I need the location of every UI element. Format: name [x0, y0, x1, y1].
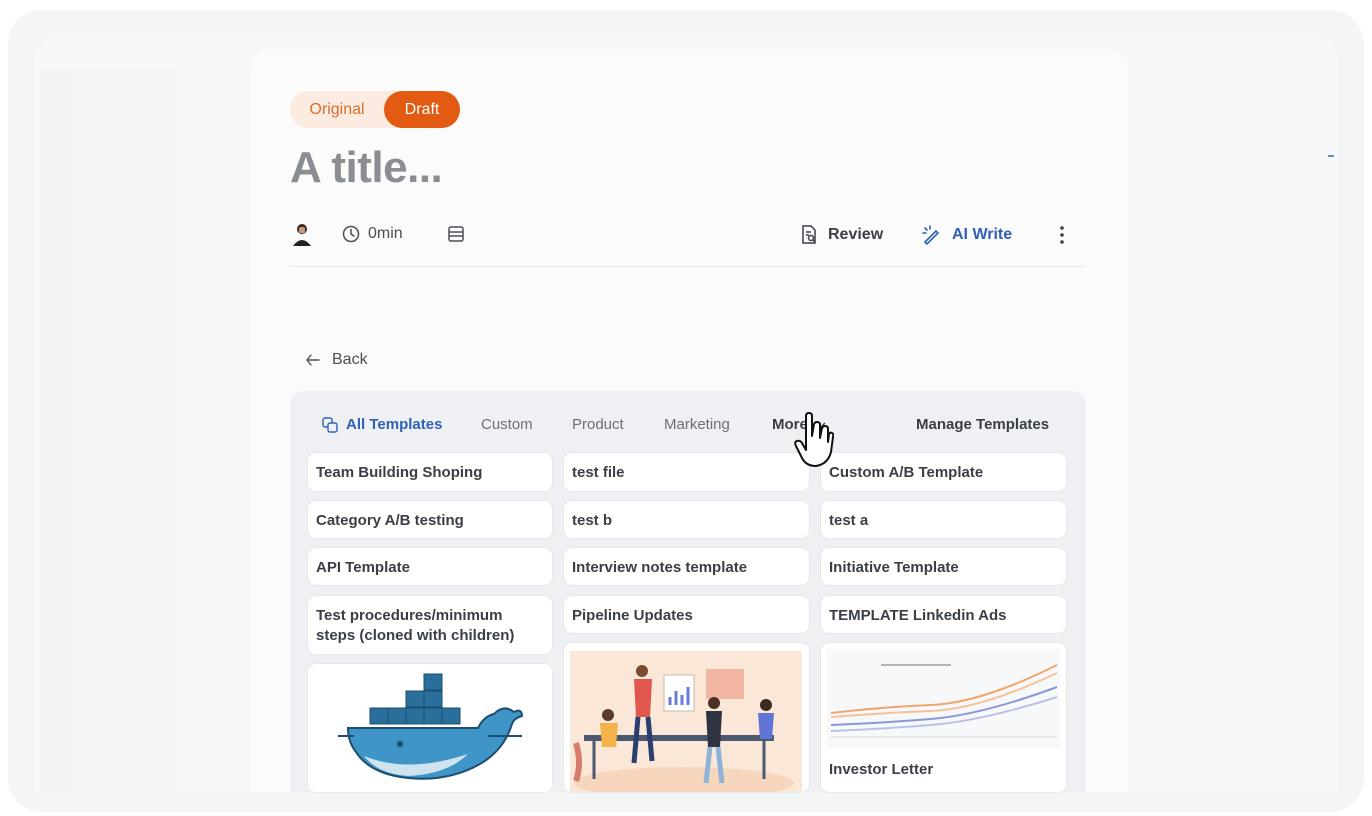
- ai-write-label: AI Write: [952, 226, 1013, 243]
- back-label: Back: [332, 351, 368, 368]
- read-time: 0min: [368, 225, 403, 242]
- template-card[interactable]: Category A/B testing: [308, 501, 552, 538]
- template-card[interactable]: test a: [821, 501, 1066, 538]
- ai-write-icon: [922, 225, 940, 245]
- template-card[interactable]: Pipeline Updates: [564, 596, 809, 633]
- toggle-original[interactable]: Original: [290, 101, 384, 119]
- template-card-label: Investor Letter: [829, 761, 934, 778]
- tab-custom[interactable]: Custom: [481, 416, 533, 433]
- docker-whale-illustration: [338, 673, 524, 780]
- tab-all-templates[interactable]: All Templates: [322, 416, 442, 433]
- toggle-draft[interactable]: Draft: [384, 91, 460, 128]
- more-vertical-icon[interactable]: [1054, 223, 1070, 247]
- page-title[interactable]: A title...: [290, 143, 443, 193]
- divider: [290, 266, 1085, 267]
- scroll-indicator: [1328, 155, 1334, 157]
- avatar[interactable]: [291, 222, 313, 246]
- template-card[interactable]: API Template: [308, 548, 552, 585]
- manage-templates-link[interactable]: Manage Templates: [916, 416, 1049, 433]
- template-card-investor-letter[interactable]: Investor Letter: [821, 643, 1066, 792]
- left-sidebar-area: [40, 68, 252, 792]
- version-toggle[interactable]: Original Draft: [290, 91, 460, 128]
- team-meeting-illustration: [570, 651, 802, 792]
- template-card[interactable]: Interview notes template: [564, 548, 809, 585]
- template-card-docker[interactable]: [308, 664, 552, 792]
- tab-marketing[interactable]: Marketing: [664, 416, 730, 433]
- ai-write-button[interactable]: AI Write: [922, 223, 1012, 247]
- template-card[interactable]: TEMPLATE Linkedin Ads: [821, 596, 1066, 633]
- template-card[interactable]: Test procedures/minimum steps (cloned wi…: [308, 596, 552, 654]
- template-card[interactable]: Team Building Shoping: [308, 453, 552, 491]
- template-card[interactable]: test b: [564, 501, 809, 538]
- back-link[interactable]: Back: [306, 351, 368, 369]
- template-card[interactable]: Custom A/B Template: [821, 453, 1066, 491]
- tab-product[interactable]: Product: [572, 416, 624, 433]
- review-label: Review: [828, 226, 884, 243]
- template-card[interactable]: Initiative Template: [821, 548, 1066, 585]
- tab-all-templates-label: All Templates: [346, 416, 443, 433]
- review-icon: [802, 225, 816, 244]
- line-chart-thumbnail: [827, 649, 1060, 749]
- hand-pointer-cursor: [794, 412, 834, 467]
- template-card-meeting[interactable]: [564, 643, 809, 792]
- template-card[interactable]: test file: [564, 453, 809, 491]
- review-button[interactable]: Review: [800, 223, 883, 247]
- arrow-left-icon: [306, 354, 320, 366]
- document-icon[interactable]: [447, 225, 465, 243]
- templates-icon: [322, 416, 338, 433]
- clock-icon: [342, 225, 360, 243]
